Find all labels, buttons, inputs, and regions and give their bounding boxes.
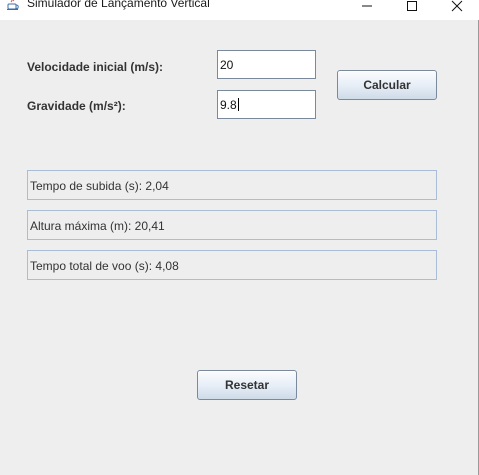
java-cup-icon (5, 0, 21, 12)
window-title: Simulador de Lançamento Vertical (27, 0, 210, 10)
calculate-button[interactable]: Calcular (337, 70, 437, 100)
maximize-icon[interactable] (389, 0, 435, 16)
velocity-label: Velocidade inicial (m/s): (27, 60, 164, 74)
gravity-value: 9.8 (220, 98, 237, 112)
rise-time-result: Tempo de subida (s): 2,04 (27, 170, 437, 200)
text-caret (237, 98, 239, 111)
gravity-label: Gravidade (m/s²): (27, 99, 126, 113)
total-time-result: Tempo total de voo (s): 4,08 (27, 250, 437, 280)
gravity-input[interactable]: 9.8 (217, 90, 316, 119)
velocity-input[interactable]: 20 (217, 50, 316, 79)
close-icon[interactable] (434, 0, 479, 16)
velocity-value: 20 (220, 58, 234, 72)
title-bar[interactable]: Simulador de Lançamento Vertical (0, 0, 479, 20)
reset-button[interactable]: Resetar (197, 370, 297, 400)
app-window: Simulador de Lançamento Vertical Velocid… (0, 0, 479, 475)
minimize-icon[interactable] (344, 0, 390, 16)
max-height-result: Altura máxima (m): 20,41 (27, 210, 437, 240)
